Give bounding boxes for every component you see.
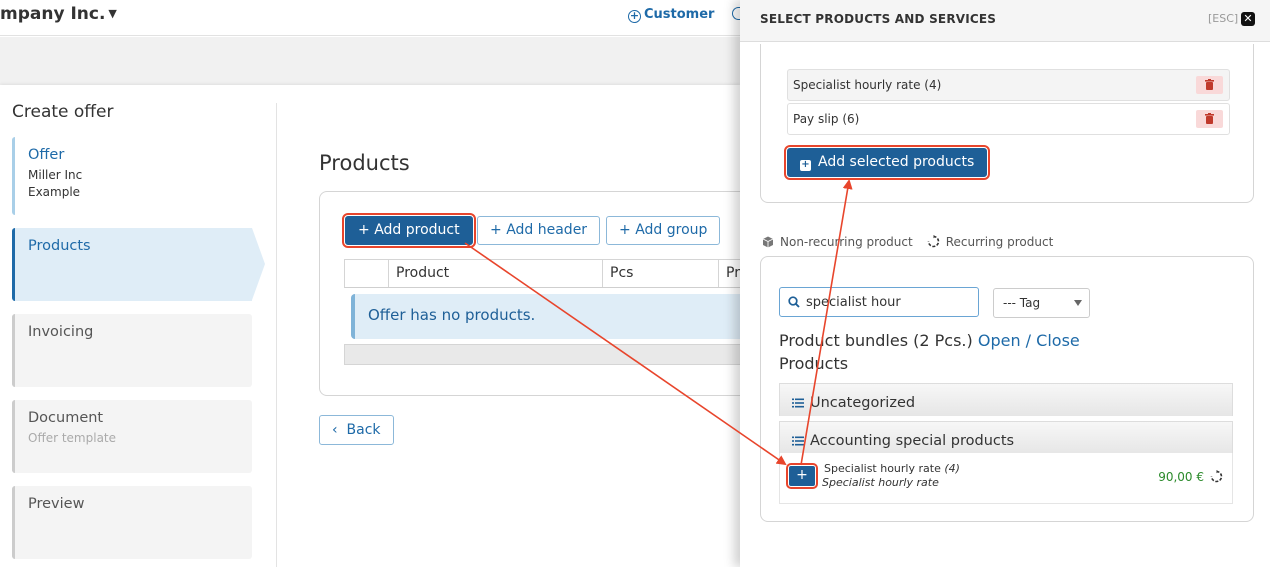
arrow-add-product (464, 242, 787, 466)
arrow-add-selected (800, 179, 853, 466)
annotation-arrows (464, 179, 853, 466)
